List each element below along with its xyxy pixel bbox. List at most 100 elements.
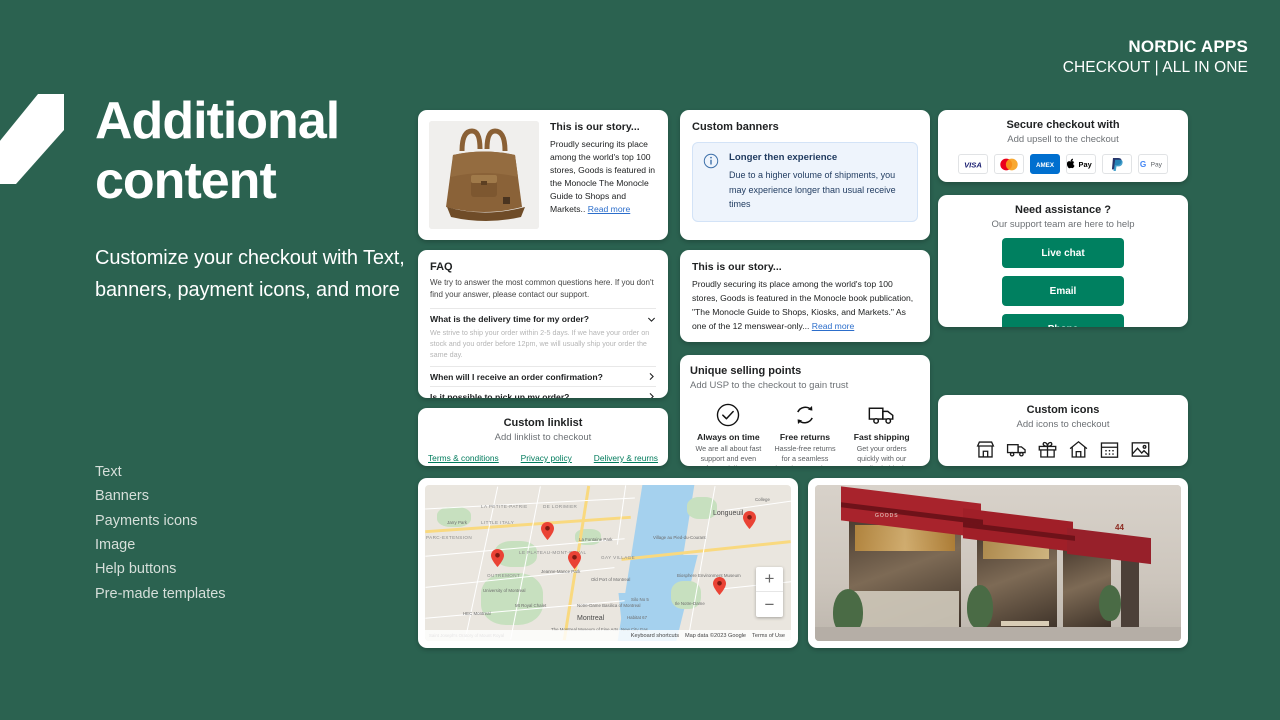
card-custom-banners: Custom banners Longer then experience Du…	[680, 110, 930, 240]
map-label: Silo No 5	[631, 597, 649, 602]
list-item: Banners	[95, 488, 150, 505]
image-icon[interactable]	[1130, 439, 1151, 460]
map-label: Montreal	[577, 615, 605, 622]
map-label: University of Montreal	[483, 588, 526, 593]
card-custom-linklist: Custom linklist Add linklist to checkout…	[418, 408, 668, 466]
payment-icons-row: VISA AMEX Pay G Pay	[948, 154, 1178, 174]
link-delivery-returns[interactable]: Delivery & reurns	[594, 453, 658, 463]
map-label: LITTLE ITALY	[481, 520, 515, 525]
map-pin[interactable]	[568, 551, 581, 569]
list-item: Pre-made templates	[95, 585, 226, 602]
storefront-image: GOODS 44	[815, 485, 1181, 641]
check-circle-icon	[693, 401, 764, 429]
google-pay-icon: G Pay	[1138, 154, 1168, 174]
map-label: DE LORIMIER	[543, 504, 578, 509]
chevron-down-icon	[647, 317, 656, 322]
card-secure-checkout: Secure checkout with Add upsell to the c…	[938, 110, 1188, 182]
storefront-sign: GOODS	[875, 513, 899, 519]
card-story-text: This is our story... Proudly securing it…	[680, 250, 930, 342]
map-label: PARC-EXTENSION	[426, 535, 473, 540]
usp-item: Always on time We are all about fast sup…	[690, 401, 767, 466]
svg-text:G: G	[1140, 160, 1146, 169]
map-label: Mt Royal Chalet	[515, 603, 547, 608]
faq-question-row[interactable]: Is it possible to pick up my order?	[430, 385, 656, 398]
map-label: La Fontaine Park	[579, 537, 613, 542]
usp-name: Fast shipping	[853, 432, 910, 442]
card-subheading: Add linklist to checkout	[494, 432, 592, 443]
chevron-right-icon	[649, 373, 654, 381]
list-item: Image	[95, 537, 136, 554]
story-text: Proudly securing its place among the wor…	[692, 279, 914, 331]
read-more-link[interactable]: Read more	[588, 204, 631, 214]
map-attribution: Map data ©2023 Google	[685, 632, 747, 639]
map-label: College	[755, 497, 770, 502]
map-viewport[interactable]: LA PETITE-PATRIE DE LORIMIER Jarry Park …	[425, 485, 791, 641]
gift-icon[interactable]	[1037, 439, 1058, 460]
faq-question-label: Is it possible to pick up my order?	[430, 391, 570, 398]
card-need-assistance: Need assistance ? Our support team are h…	[938, 195, 1188, 327]
refresh-arrows-icon	[770, 401, 841, 429]
card-subheading: Add USP to the checkout to gain trust	[690, 380, 849, 391]
map-pin[interactable]	[743, 511, 756, 529]
map-label: GAY VILLAGE	[601, 555, 636, 560]
map-pin[interactable]	[541, 522, 554, 540]
keyboard-shortcuts-link[interactable]: Keyboard shortcuts	[631, 633, 679, 639]
custom-icons-row	[948, 439, 1178, 460]
live-chat-button[interactable]: Live chat	[1002, 238, 1124, 268]
card-subheading: Add icons to checkout	[1016, 419, 1110, 430]
faq-question-row[interactable]: When will I receive an order confirmatio…	[430, 365, 656, 386]
map-pin[interactable]	[713, 577, 726, 595]
map-zoom-in-button[interactable]: +	[756, 567, 783, 592]
card-unique-selling-points: Unique selling points Add USP to the che…	[680, 355, 930, 466]
usp-item: Free returns Hassle-free returns for a s…	[767, 401, 844, 466]
link-privacy-policy[interactable]: Privacy policy	[521, 453, 572, 463]
map-zoom-controls[interactable]: + −	[756, 567, 783, 617]
card-heading: Custom icons	[1026, 404, 1100, 416]
card-storefront-photo: GOODS 44	[808, 478, 1188, 648]
visa-icon: VISA	[958, 154, 988, 174]
house-number: 44	[1115, 523, 1124, 532]
card-subheading: Our support team are here to help	[991, 219, 1135, 230]
svg-text:AMEX: AMEX	[1036, 162, 1055, 169]
card-heading: Secure checkout with	[1006, 119, 1120, 131]
card-body: Proudly securing its place among the wor…	[692, 278, 918, 334]
info-circle-icon	[703, 153, 719, 169]
truck-icon[interactable]	[1006, 439, 1027, 460]
map-footer: Keyboard shortcuts Map data ©2023 Google…	[425, 630, 791, 641]
calendar-icon[interactable]	[1099, 439, 1120, 460]
card-heading: Custom linklist	[503, 417, 583, 429]
usp-desc: We are all about fast support and even f…	[695, 444, 762, 466]
email-button[interactable]: Email	[1002, 276, 1124, 306]
card-story-with-image: This is our story... Proudly securing it…	[418, 110, 668, 240]
faq-question-row[interactable]: What is the delivery time for my order?	[430, 308, 656, 328]
store-icon[interactable]	[975, 439, 996, 460]
decorative-corner-stripe	[0, 94, 64, 184]
map-canvas[interactable]: LA PETITE-PATRIE DE LORIMIER Jarry Park …	[425, 485, 791, 641]
map-label: Habitat 67	[627, 615, 648, 620]
map-label: Village au Pied-du-Courant	[653, 535, 706, 540]
map-label: OUTREMONT	[487, 573, 521, 578]
map-label: Jarry Park	[447, 520, 468, 525]
faq-intro: We try to answer the most common questio…	[430, 278, 654, 299]
map-label: Ile Notre-Dame	[675, 601, 705, 606]
phone-button[interactable]: Phone	[1002, 314, 1124, 327]
card-heading: This is our story...	[550, 121, 640, 133]
card-custom-icons: Custom icons Add icons to checkout	[938, 395, 1188, 466]
usp-desc: Hassle-free returns for a seamless shopp…	[772, 444, 838, 466]
linklist-row: Terms & conditions Privacy policy Delive…	[428, 453, 658, 463]
card-map: LA PETITE-PATRIE DE LORIMIER Jarry Park …	[418, 478, 798, 648]
card-heading: Need assistance ?	[1015, 204, 1111, 216]
map-label: Notre-Dame Basilica of Montreal	[577, 603, 641, 608]
card-heading: This is our story...	[692, 261, 782, 273]
home-icon[interactable]	[1068, 439, 1089, 460]
svg-text:Pay: Pay	[1151, 162, 1163, 169]
map-pin[interactable]	[491, 549, 504, 567]
map-zoom-out-button[interactable]: −	[756, 592, 783, 617]
map-label: Old Port of Montreal	[591, 577, 631, 582]
svg-text:VISA: VISA	[964, 160, 982, 169]
terms-of-use-link[interactable]: Terms of Use	[752, 633, 785, 639]
link-terms-conditions[interactable]: Terms & conditions	[428, 453, 499, 463]
card-heading: FAQ	[430, 261, 453, 273]
usp-grid: Always on time We are all about fast sup…	[690, 401, 920, 466]
read-more-link[interactable]: Read more	[812, 321, 855, 331]
